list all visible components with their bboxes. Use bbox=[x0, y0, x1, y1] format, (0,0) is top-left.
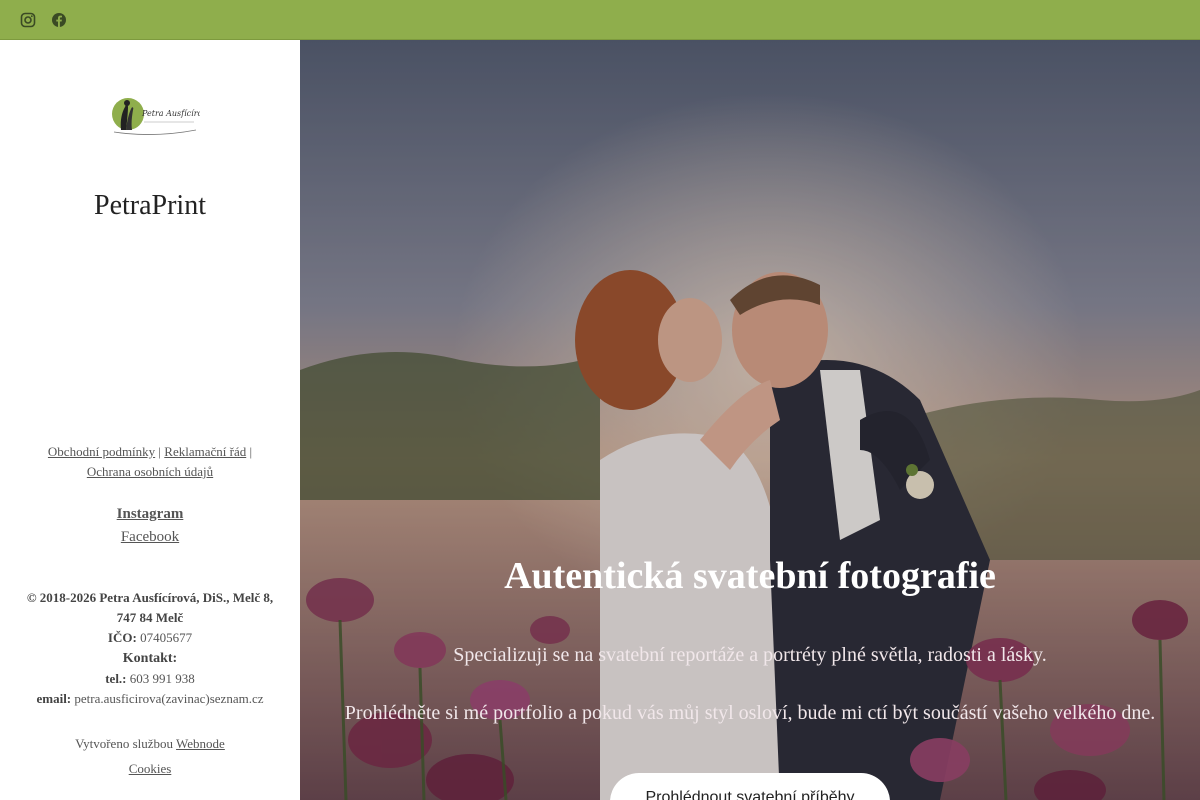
hero-subtitle: Specializuji se na svatební reportáže a … bbox=[453, 644, 1047, 666]
instagram-link[interactable]: Instagram bbox=[0, 503, 300, 526]
top-bar bbox=[0, 0, 1200, 40]
webnode-link[interactable]: Webnode bbox=[176, 736, 225, 751]
social-links: Instagram Facebook bbox=[0, 503, 300, 549]
email-label: email: bbox=[36, 691, 72, 706]
svg-text:Petra Ausfícírová: Petra Ausfícírová bbox=[141, 109, 200, 118]
privacy-link[interactable]: Ochrana osobních údajů bbox=[87, 464, 213, 479]
tel-label: tel.: bbox=[105, 671, 127, 686]
email-value: petra.ausficirova(zavinac)seznam.cz bbox=[74, 691, 264, 706]
separator: | bbox=[249, 444, 253, 459]
sidebar: Petra Ausfícírová PetraPrint Obchodní po… bbox=[0, 40, 300, 800]
ico-value: 07405677 bbox=[140, 630, 193, 645]
contact-label: Kontakt: bbox=[122, 651, 178, 666]
brand-logo[interactable]: Petra Ausfícírová bbox=[108, 92, 212, 138]
hero-title: Autentická svatební fotografie bbox=[504, 555, 996, 597]
hero-subtitle-secondary: Prohlédněte si mé portfolio a pokud vás … bbox=[344, 702, 1156, 724]
made-with: Vytvořeno službou Webnode bbox=[0, 736, 300, 752]
cookies-row: Cookies bbox=[0, 761, 300, 777]
view-stories-button[interactable]: Prohlédnout svatební příběhy bbox=[610, 773, 890, 800]
contact-info: © 2018-2026 Petra Ausfícírová, DiS., Mel… bbox=[24, 588, 276, 709]
facebook-icon[interactable] bbox=[50, 11, 67, 28]
tel-value: 603 991 938 bbox=[129, 671, 195, 686]
terms-link[interactable]: Obchodní podmínky bbox=[48, 444, 155, 459]
legal-links: Obchodní podmínky | Reklamační řád | Och… bbox=[20, 442, 280, 482]
made-with-text: Vytvořeno službou bbox=[75, 736, 174, 751]
hero-section: Autentická svatební fotografie Specializ… bbox=[300, 40, 1200, 800]
facebook-link[interactable]: Facebook bbox=[0, 526, 300, 549]
copyright: © 2018-2026 Petra Ausfícírová, DiS., Mel… bbox=[26, 590, 274, 625]
hero-overlay bbox=[300, 40, 1200, 800]
instagram-icon[interactable] bbox=[19, 11, 36, 28]
ico-label: IČO: bbox=[107, 630, 137, 645]
brand-name[interactable]: PetraPrint bbox=[0, 190, 300, 222]
complaints-link[interactable]: Reklamační řád bbox=[164, 444, 246, 459]
cookies-link[interactable]: Cookies bbox=[129, 761, 172, 776]
